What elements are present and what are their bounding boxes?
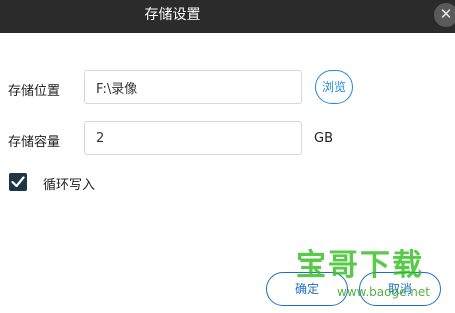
loop-write-checkbox[interactable] — [9, 173, 27, 191]
storage-capacity-input[interactable] — [84, 121, 302, 155]
browse-button[interactable]: 浏览 — [315, 70, 353, 104]
storage-capacity-label: 存储容量 — [8, 135, 61, 150]
capacity-unit-label: GB — [314, 131, 333, 146]
title-bar: 存储设置 — [0, 0, 455, 33]
check-icon — [11, 176, 25, 188]
storage-location-label: 存储位置 — [8, 84, 61, 99]
window-title: 存储设置 — [144, 7, 201, 23]
watermark-logo: 宝哥下载 — [296, 248, 424, 283]
storage-location-input[interactable] — [84, 70, 302, 104]
close-button[interactable]: ✕ — [434, 3, 455, 27]
watermark-url: www.baoge.net — [337, 285, 430, 299]
loop-write-label: 循环写入 — [43, 178, 96, 193]
close-icon: ✕ — [439, 5, 453, 23]
